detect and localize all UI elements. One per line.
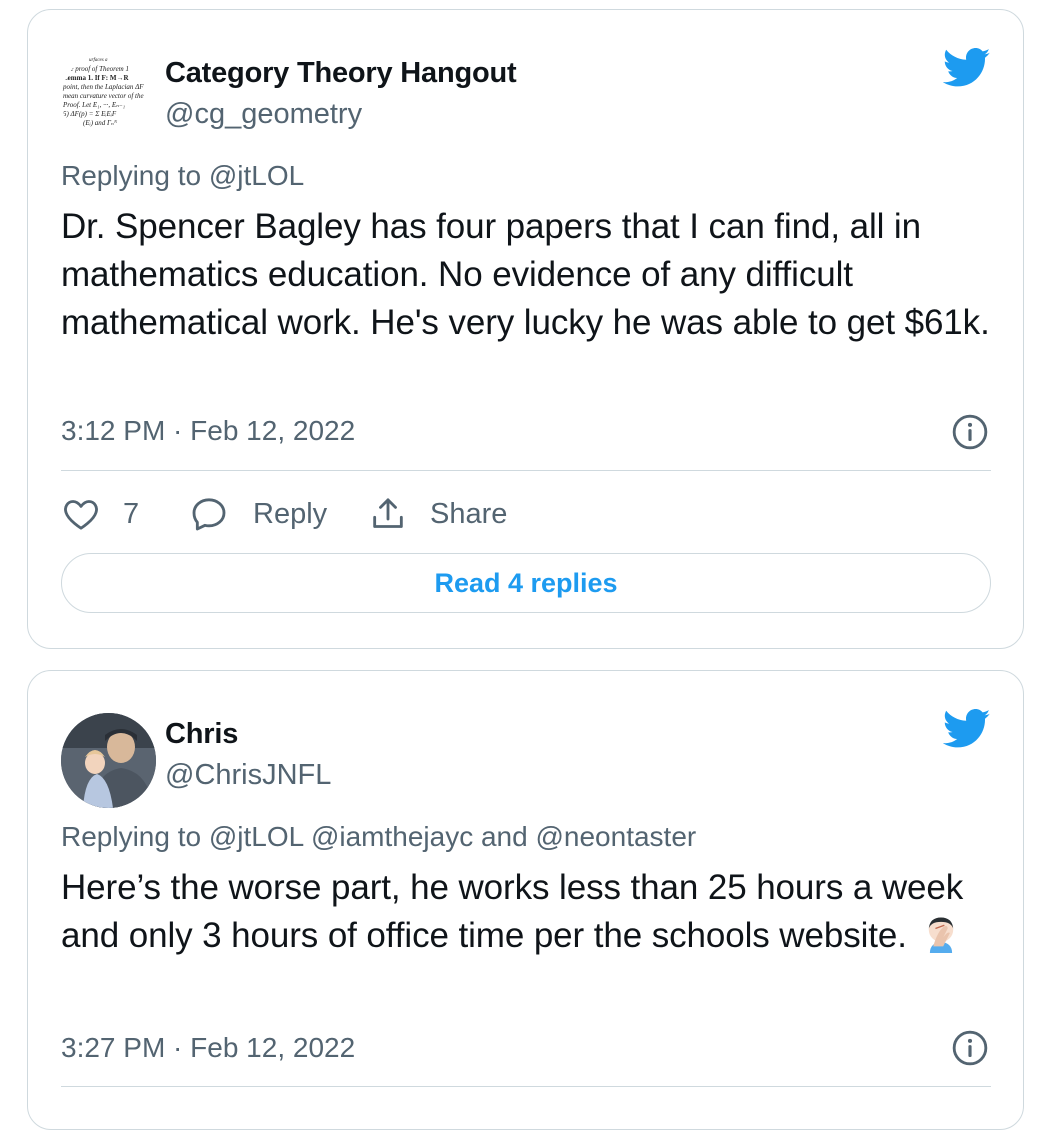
tweet-header: Chris @ChrisJNFL: [61, 699, 993, 808]
share-label: Share: [430, 497, 508, 530]
replying-to[interactable]: Replying to @jtLOL @iamthejayc and @neon…: [61, 821, 696, 853]
tweet-card[interactable]: Chris @ChrisJNFL Replying to @jtLOL @iam…: [27, 670, 1024, 1130]
avatar-text: (Eᵢ) and Γₙᴺ: [83, 119, 118, 127]
tweet-actions: 7 Reply Share: [61, 492, 991, 536]
divider: [61, 470, 991, 471]
info-icon[interactable]: [951, 1029, 989, 1067]
reply-label: Reply: [253, 497, 328, 530]
tweet-text: Here’s the worse part, he works less tha…: [61, 864, 993, 960]
share-icon: [373, 498, 403, 528]
user-handle[interactable]: @ChrisJNFL: [165, 759, 331, 792]
twitter-bird-icon[interactable]: [943, 48, 991, 88]
tweet-text: Dr. Spencer Bagley has four papers that …: [61, 207, 990, 342]
heart-icon: [64, 500, 98, 530]
avatar-text: Proof. Let E₁, ···, Eₙ₋₁: [63, 101, 126, 109]
avatar[interactable]: [61, 713, 156, 808]
avatar-text: point, then the Laplacian ΔF: [63, 83, 144, 91]
avatar-text: The proof of Theorem 1: [63, 65, 129, 73]
twitter-bird-icon[interactable]: [943, 709, 991, 749]
like-button[interactable]: 7: [61, 492, 139, 536]
display-name[interactable]: Chris: [165, 718, 238, 751]
info-icon[interactable]: [951, 413, 989, 451]
reply-button[interactable]: Reply: [189, 492, 327, 536]
divider: [61, 1086, 991, 1087]
read-replies-button[interactable]: Read 4 replies: [61, 553, 991, 613]
like-count: 7: [123, 497, 140, 530]
tweet-timestamp[interactable]: 3:27 PM · Feb 12, 2022: [61, 1032, 355, 1064]
tweet-text-content: Here’s the worse part, he works less tha…: [61, 868, 964, 955]
share-button[interactable]: Share: [368, 492, 507, 536]
facepalm-emoji: [928, 917, 953, 953]
user-handle[interactable]: @cg_geometry: [165, 98, 362, 131]
user-photo: [61, 713, 156, 808]
replying-to[interactable]: Replying to @jtLOL: [61, 160, 304, 192]
avatar-text: Lemma 1. If F: M→R: [63, 74, 129, 82]
avatar[interactable]: urfaces a The proof of Theorem 1 Lemma 1…: [61, 52, 156, 147]
tweet-header: urfaces a The proof of Theorem 1 Lemma 1…: [61, 38, 993, 147]
tweet-card[interactable]: urfaces a The proof of Theorem 1 Lemma 1…: [27, 9, 1024, 649]
avatar-text: 5) ΔF(p) = Σ EᵢEᵢF: [63, 110, 117, 118]
reply-icon: [192, 498, 226, 531]
avatar-text: mean curvature vector of the: [63, 92, 144, 100]
display-name[interactable]: Category Theory Hangout: [165, 57, 517, 90]
avatar-text: urfaces a: [89, 58, 108, 63]
tweet-timestamp[interactable]: 3:12 PM · Feb 12, 2022: [61, 415, 355, 447]
